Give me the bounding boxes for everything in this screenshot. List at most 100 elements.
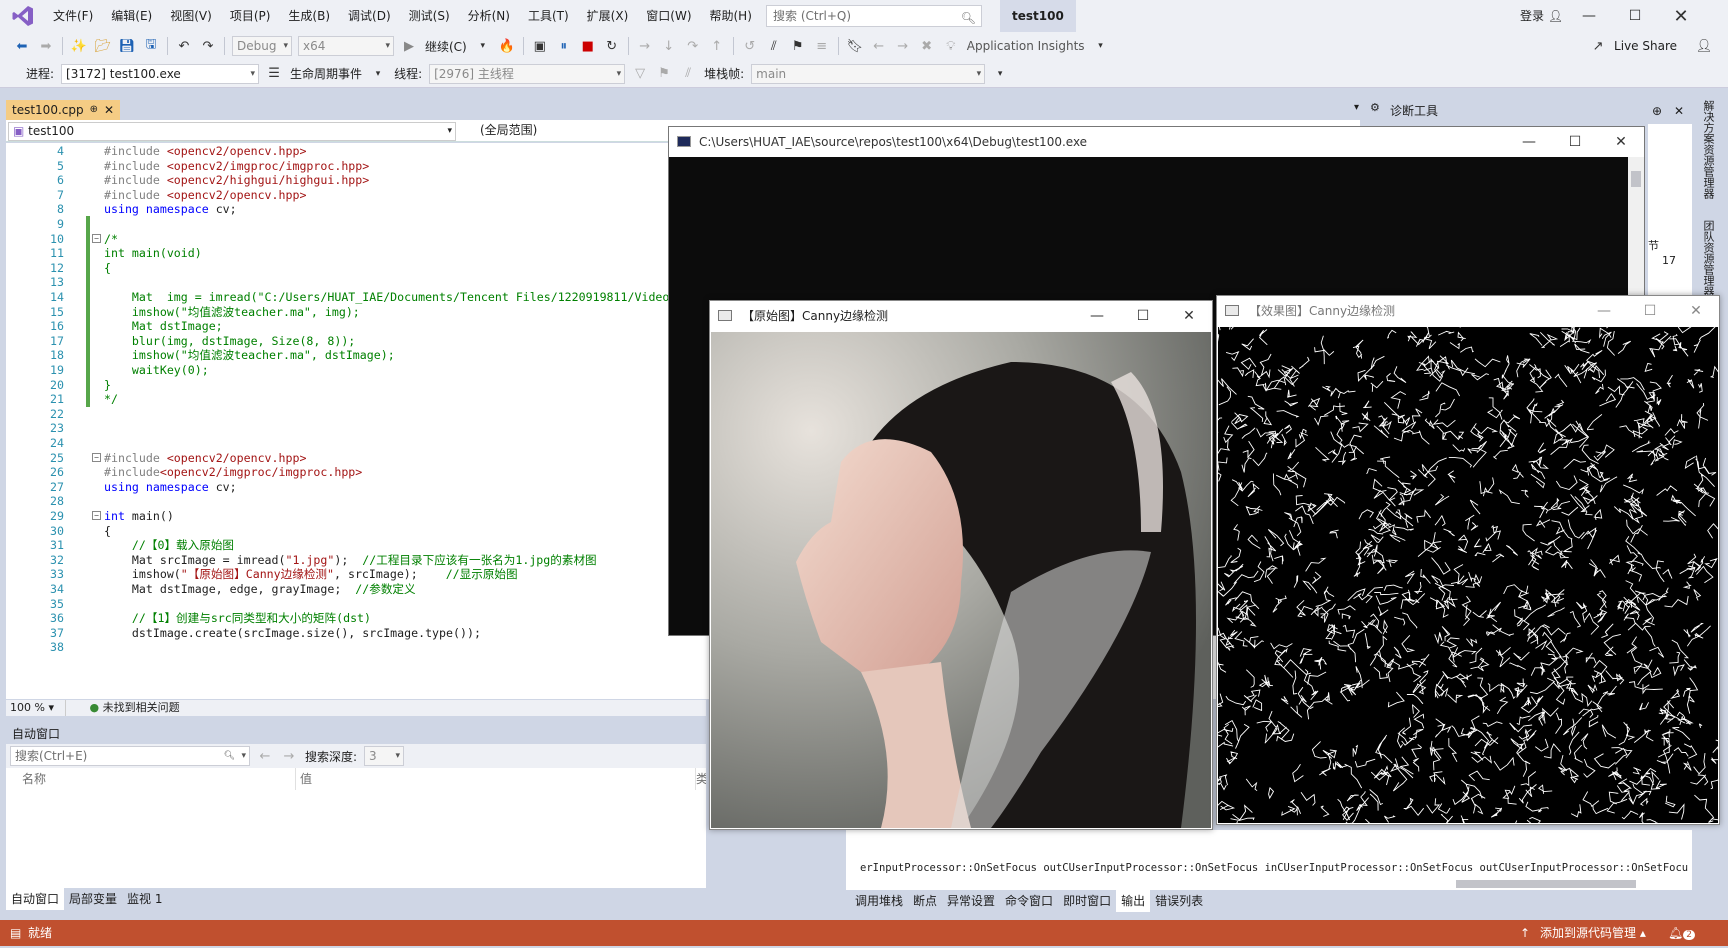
search-depth-select[interactable]: 3 ▾: [364, 746, 405, 766]
menu-item-9[interactable]: 扩展(X): [578, 0, 638, 32]
notifications-icon[interactable]: 🔔︎ 2: [1668, 920, 1695, 948]
open-folder-icon[interactable]: 📂︎: [92, 35, 114, 57]
hot-reload-icon[interactable]: ↺: [739, 35, 761, 57]
bookmark-prev-icon[interactable]: ←: [868, 35, 890, 57]
config-select[interactable]: Debug ▾: [232, 36, 292, 56]
tab-immediate-window[interactable]: 即时窗口: [1058, 890, 1116, 912]
attach-icon[interactable]: 🔥: [496, 35, 518, 57]
menu-item-1[interactable]: 编辑(E): [102, 0, 161, 32]
live-share-button[interactable]: Live Share: [1610, 39, 1681, 53]
close-icon[interactable]: ✕: [1674, 100, 1684, 122]
tab-breakpoints[interactable]: 断点: [908, 890, 942, 912]
tab-dropdown-icon[interactable]: ▾: [1354, 102, 1359, 113]
chevron-down-icon[interactable]: ▾: [989, 63, 1011, 85]
application-insights-button[interactable]: Application Insights: [963, 39, 1089, 53]
lifecycle-icon[interactable]: ☰: [263, 63, 285, 85]
horizontal-scrollbar[interactable]: [1456, 880, 1636, 888]
menu-item-6[interactable]: 测试(S): [400, 0, 459, 32]
menu-item-2[interactable]: 视图(V): [161, 0, 221, 32]
tab-error-list[interactable]: 错误列表: [1150, 890, 1208, 912]
bookmark-icon[interactable]: ⚑: [787, 35, 809, 57]
fold-toggle-icon[interactable]: −: [92, 452, 101, 462]
feedback-icon[interactable]: 👤︎: [1693, 35, 1715, 57]
pin-icon[interactable]: ⊕: [90, 100, 98, 120]
save-icon[interactable]: 💾︎: [116, 35, 138, 57]
add-to-source-control-button[interactable]: 添加到源代码管理 ▴: [1540, 920, 1646, 946]
tab-test100-cpp[interactable]: test100.cpp ⊕ ✕: [6, 100, 121, 120]
undo-icon[interactable]: ↶: [173, 35, 195, 57]
effect-image-title-bar[interactable]: 【效果图】Canny边缘检测 — ☐ ✕: [1217, 296, 1719, 326]
maximize-button[interactable]: ☐: [1120, 301, 1166, 331]
bookmark-next-icon[interactable]: →: [892, 35, 914, 57]
column-header-value[interactable]: 值: [296, 768, 696, 790]
visual-studio-logo-icon[interactable]: [8, 1, 38, 31]
effect-image-window[interactable]: 【效果图】Canny边缘检测 — ☐ ✕: [1216, 295, 1720, 825]
threads-icon[interactable]: ⫽: [763, 35, 785, 57]
chevron-down-icon[interactable]: ▾: [1090, 35, 1112, 57]
tab-team-explorer[interactable]: 团队资源管理器: [1700, 220, 1716, 297]
close-button[interactable]: ✕: [1598, 127, 1644, 157]
show-next-statement-icon[interactable]: →: [634, 35, 656, 57]
back-icon[interactable]: ⬅: [11, 35, 33, 57]
stop-icon[interactable]: ■: [577, 35, 599, 57]
menu-item-10[interactable]: 窗口(W): [637, 0, 700, 32]
process-select[interactable]: [3172] test100.exe ▾: [61, 63, 260, 84]
menu-item-7[interactable]: 分析(N): [459, 0, 519, 32]
bookmark-clear-icon[interactable]: ✖: [916, 35, 938, 57]
tab-autos[interactable]: 自动窗口: [6, 888, 65, 910]
tab-exception-settings[interactable]: 异常设置: [942, 890, 1000, 912]
tab-call-stack[interactable]: 调用堆栈: [850, 890, 908, 912]
minimize-button[interactable]: —: [1506, 127, 1552, 157]
redo-icon[interactable]: ↷: [197, 35, 219, 57]
chevron-down-icon[interactable]: ▾: [367, 63, 389, 85]
forward-icon[interactable]: →: [278, 745, 300, 767]
forward-icon[interactable]: ➡: [35, 35, 57, 57]
autos-search-input[interactable]: 搜索(Ctrl+E) 🔍︎ ▾: [10, 746, 250, 766]
stack-frame-select[interactable]: main ▾: [751, 63, 986, 84]
pin-icon[interactable]: ⊕: [1652, 100, 1662, 122]
live-share-icon[interactable]: ↗: [1587, 35, 1609, 57]
platform-select[interactable]: x64 ▾: [298, 36, 394, 56]
step-over-icon[interactable]: ↷: [682, 35, 704, 57]
menu-item-4[interactable]: 生成(B): [279, 0, 339, 32]
menu-item-8[interactable]: 工具(T): [519, 0, 578, 32]
column-header-type[interactable]: 类: [696, 768, 706, 790]
gear-icon[interactable]: ⚙: [1370, 101, 1380, 114]
step-out-icon[interactable]: ↑: [706, 35, 728, 57]
project-scope-select[interactable]: ▣ test100 ▾: [8, 122, 456, 141]
minimize-button[interactable]: —: [1581, 296, 1627, 326]
bookmark-set-icon[interactable]: 🔖︎: [844, 35, 866, 57]
save-all-icon[interactable]: 🖫: [140, 35, 162, 57]
zoom-select[interactable]: 100 % ▾: [6, 700, 66, 716]
filter-icon[interactable]: ▽: [629, 63, 651, 85]
sign-in-button[interactable]: 登录 👤︎: [1520, 0, 1563, 32]
column-header-name[interactable]: 名称: [6, 768, 296, 790]
menu-item-0[interactable]: 文件(F): [44, 0, 102, 32]
pause-icon[interactable]: ⏸︎: [553, 35, 575, 57]
menu-item-3[interactable]: 项目(P): [221, 0, 280, 32]
tab-watch-1[interactable]: 监视 1: [122, 888, 167, 910]
output-window[interactable]: erInputProcessor::OnSetFocus outCUserInp…: [846, 830, 1692, 890]
maximize-button[interactable]: ☐: [1627, 296, 1673, 326]
global-search-input[interactable]: 搜索 (Ctrl+Q) 🔍︎: [766, 5, 982, 27]
lifecycle-events-button[interactable]: 生命周期事件: [286, 65, 366, 82]
back-icon[interactable]: ←: [254, 745, 276, 767]
close-button[interactable]: ✕: [1166, 301, 1212, 331]
menu-item-11[interactable]: 帮助(H): [701, 0, 761, 32]
close-button[interactable]: ✕: [1658, 0, 1704, 32]
restart-icon[interactable]: ↻: [601, 35, 623, 57]
new-project-icon[interactable]: ✨: [68, 35, 90, 57]
flag-icon[interactable]: ⚑: [653, 63, 675, 85]
tab-command-window[interactable]: 命令窗口: [1000, 890, 1058, 912]
close-icon[interactable]: ✕: [104, 100, 114, 120]
menu-item-5[interactable]: 调试(D): [339, 0, 400, 32]
play-icon[interactable]: ▶: [398, 35, 420, 57]
tab-locals[interactable]: 局部变量: [64, 888, 122, 910]
maximize-button[interactable]: ☐: [1612, 0, 1658, 32]
threads-switch-icon[interactable]: ⫽: [677, 63, 699, 85]
fold-toggle-icon[interactable]: −: [92, 511, 101, 520]
screenshot-icon[interactable]: ▣: [529, 35, 551, 57]
fold-toggle-icon[interactable]: −: [92, 233, 101, 243]
minimize-button[interactable]: —: [1566, 0, 1612, 32]
scrollbar-thumb[interactable]: [1631, 171, 1641, 187]
